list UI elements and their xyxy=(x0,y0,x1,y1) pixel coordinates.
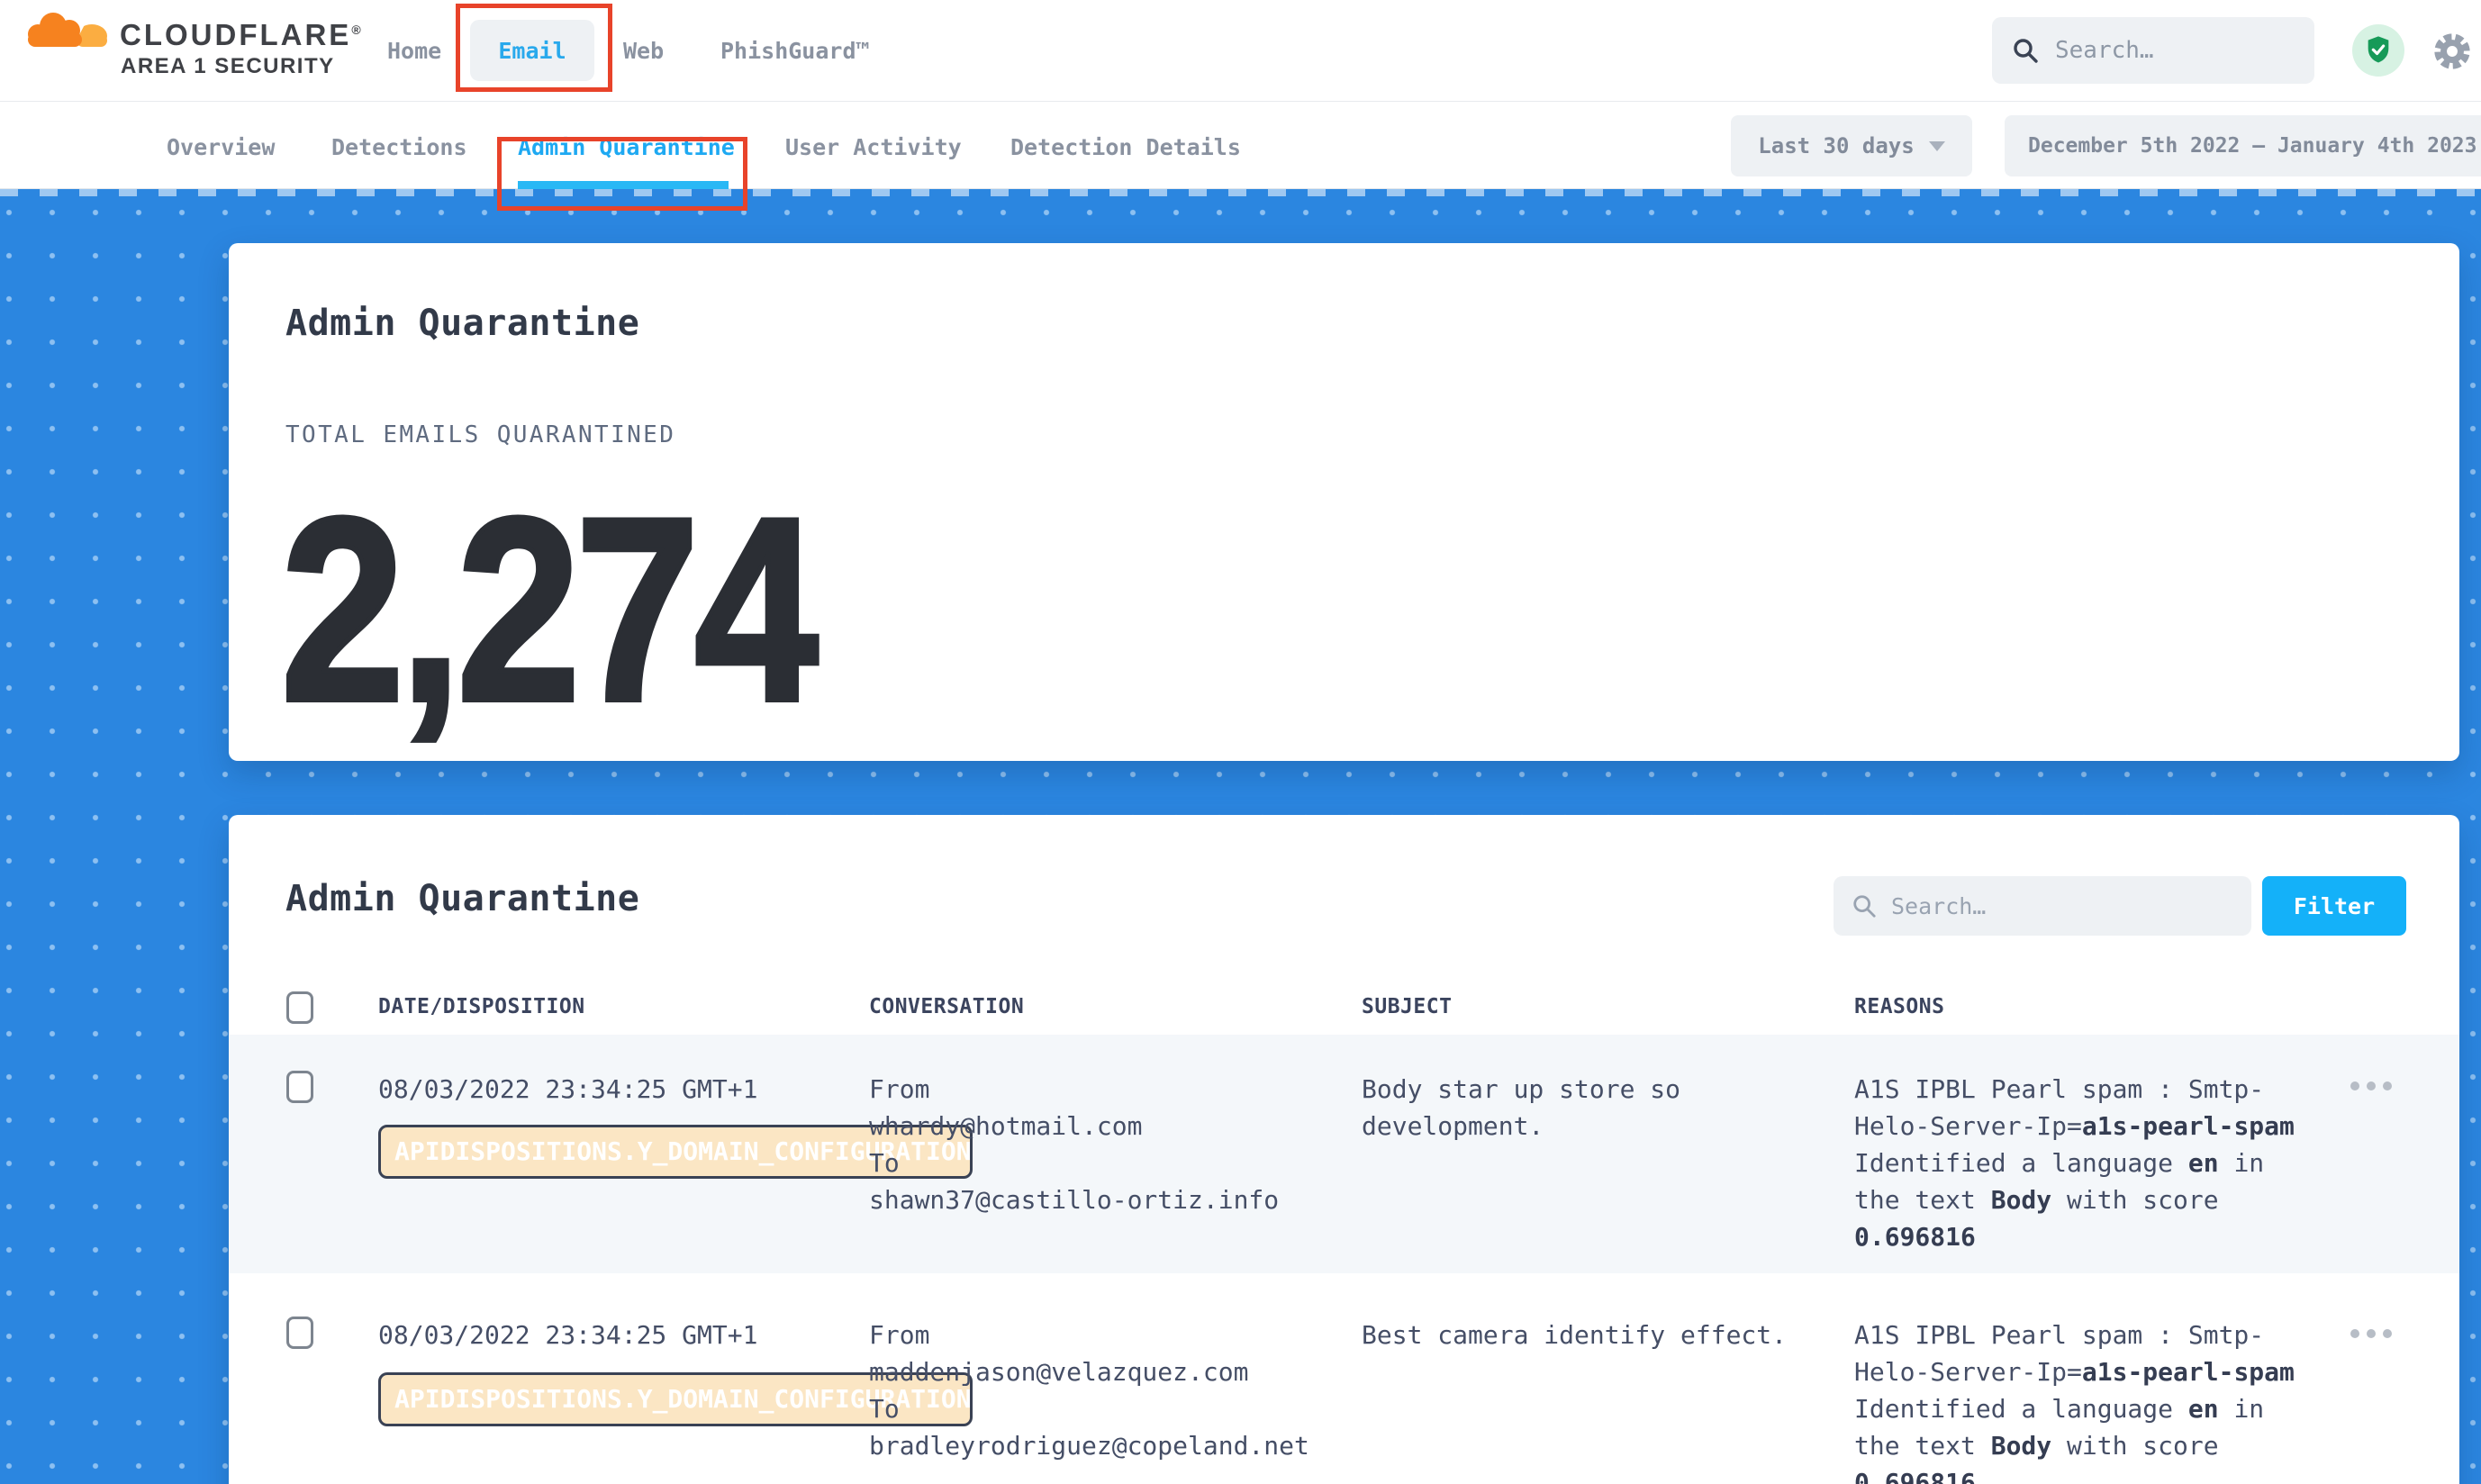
tab-overview[interactable]: Overview xyxy=(167,134,275,160)
search-icon xyxy=(1852,893,1877,918)
row-conversation: From maddenjason@velazquez.com To bradle… xyxy=(869,1317,1337,1464)
protection-status-badge[interactable] xyxy=(2352,24,2404,77)
tab-user-activity[interactable]: User Activity xyxy=(785,134,962,160)
brand-subtitle: AREA 1 SECURITY xyxy=(121,54,335,79)
from-email: whardy@hotmail.com xyxy=(869,1108,1337,1145)
table-search[interactable] xyxy=(1834,876,2251,936)
from-label: From xyxy=(869,1317,1337,1353)
decorative-dash-strip xyxy=(0,189,2481,196)
row-reasons: A1S IPBL Pearl spam : Smtp-Helo-Server-I… xyxy=(1854,1317,2304,1484)
brand-mark: ® xyxy=(351,23,360,37)
nav-item-home[interactable]: Home xyxy=(387,38,441,64)
table-card-title: Admin Quarantine xyxy=(285,878,639,919)
table-row[interactable]: 08/03/2022 23:34:25 GMT+1 APIDISPOSITION… xyxy=(229,1035,2459,1273)
row-checkbox[interactable] xyxy=(286,1071,313,1103)
search-icon xyxy=(2012,37,2039,64)
date-range-dropdown[interactable]: Last 30 days xyxy=(1731,115,1972,176)
row-subject: Best camera identify effect. xyxy=(1362,1317,1812,1353)
global-search[interactable] xyxy=(1992,17,2314,84)
column-header-date: DATE/DISPOSITION xyxy=(378,995,585,1018)
reason-line: A1S IPBL Pearl spam : Smtp-Helo-Server-I… xyxy=(1854,1071,2304,1145)
tab-detection-details[interactable]: Detection Details xyxy=(1010,134,1241,160)
brand-name: CLOUDFLARE® xyxy=(120,18,361,52)
column-header-reasons: REASONS xyxy=(1854,995,1944,1018)
active-tab-underline xyxy=(518,181,729,189)
nav-item-phishguard[interactable]: PhishGuard™ xyxy=(720,38,870,64)
summary-card: Admin Quarantine TOTAL EMAILS QUARANTINE… xyxy=(229,243,2459,761)
metric-value: 2,274 xyxy=(281,479,813,740)
row-date: 08/03/2022 23:34:25 GMT+1 xyxy=(378,1071,757,1108)
reason-line: Identified a language en in the text Bod… xyxy=(1854,1145,2304,1255)
table-search-input[interactable] xyxy=(1891,893,2197,919)
page-content: Admin Quarantine TOTAL EMAILS QUARANTINE… xyxy=(0,189,2481,1484)
cloudflare-logo-icon xyxy=(23,9,113,56)
global-search-input[interactable] xyxy=(2055,37,2271,64)
nav-item-email[interactable]: Email xyxy=(470,20,594,81)
row-checkbox[interactable] xyxy=(286,1317,313,1349)
filter-button[interactable]: Filter xyxy=(2262,876,2406,936)
settings-gear-icon[interactable] xyxy=(2431,31,2473,76)
nav-item-web[interactable]: Web xyxy=(623,38,664,64)
from-label: From xyxy=(869,1071,1337,1108)
reason-line: Identified a language en in the text Bod… xyxy=(1854,1390,2304,1484)
reason-line: A1S IPBL Pearl spam : Smtp-Helo-Server-I… xyxy=(1854,1317,2304,1390)
row-reasons: A1S IPBL Pearl spam : Smtp-Helo-Server-I… xyxy=(1854,1071,2304,1255)
to-email: bradleyrodriguez@copeland.net xyxy=(869,1427,1337,1464)
column-header-subject: SUBJECT xyxy=(1362,995,1452,1018)
to-label: To xyxy=(869,1145,1337,1181)
table-row[interactable]: 08/03/2022 23:34:25 GMT+1 APIDISPOSITION… xyxy=(229,1273,2459,1484)
row-actions-menu-icon[interactable] xyxy=(2350,1081,2392,1090)
to-label: To xyxy=(869,1390,1337,1427)
quarantine-table-card: Admin Quarantine Filter DATE/DISPOSITION… xyxy=(229,815,2459,1484)
tab-detections[interactable]: Detections xyxy=(331,134,467,160)
email-sub-nav: Overview Detections Admin Quarantine Use… xyxy=(0,102,2481,189)
row-subject: Body star up store so development. xyxy=(1362,1071,1812,1145)
date-range-display[interactable]: December 5th 2022 — January 4th 2023 xyxy=(2005,115,2481,176)
row-actions-menu-icon[interactable] xyxy=(2350,1329,2392,1338)
shield-check-icon xyxy=(2363,34,2394,67)
chevron-down-icon xyxy=(1929,141,1945,151)
column-header-conversation: CONVERSATION xyxy=(869,995,1024,1018)
top-bar: CLOUDFLARE® AREA 1 SECURITY Home Email W… xyxy=(0,0,2481,102)
screen: CLOUDFLARE® AREA 1 SECURITY Home Email W… xyxy=(0,0,2481,1484)
to-email: shawn37@castillo-ortiz.info xyxy=(869,1181,1337,1218)
metric-label: TOTAL EMAILS QUARANTINED xyxy=(285,421,675,448)
date-range-dropdown-label: Last 30 days xyxy=(1758,133,1914,158)
summary-card-title: Admin Quarantine xyxy=(285,303,639,344)
tab-admin-quarantine[interactable]: Admin Quarantine xyxy=(518,134,735,160)
select-all-checkbox[interactable] xyxy=(286,991,313,1024)
from-email: maddenjason@velazquez.com xyxy=(869,1353,1337,1390)
row-conversation: From whardy@hotmail.com To shawn37@casti… xyxy=(869,1071,1337,1218)
row-date: 08/03/2022 23:34:25 GMT+1 xyxy=(378,1317,757,1353)
